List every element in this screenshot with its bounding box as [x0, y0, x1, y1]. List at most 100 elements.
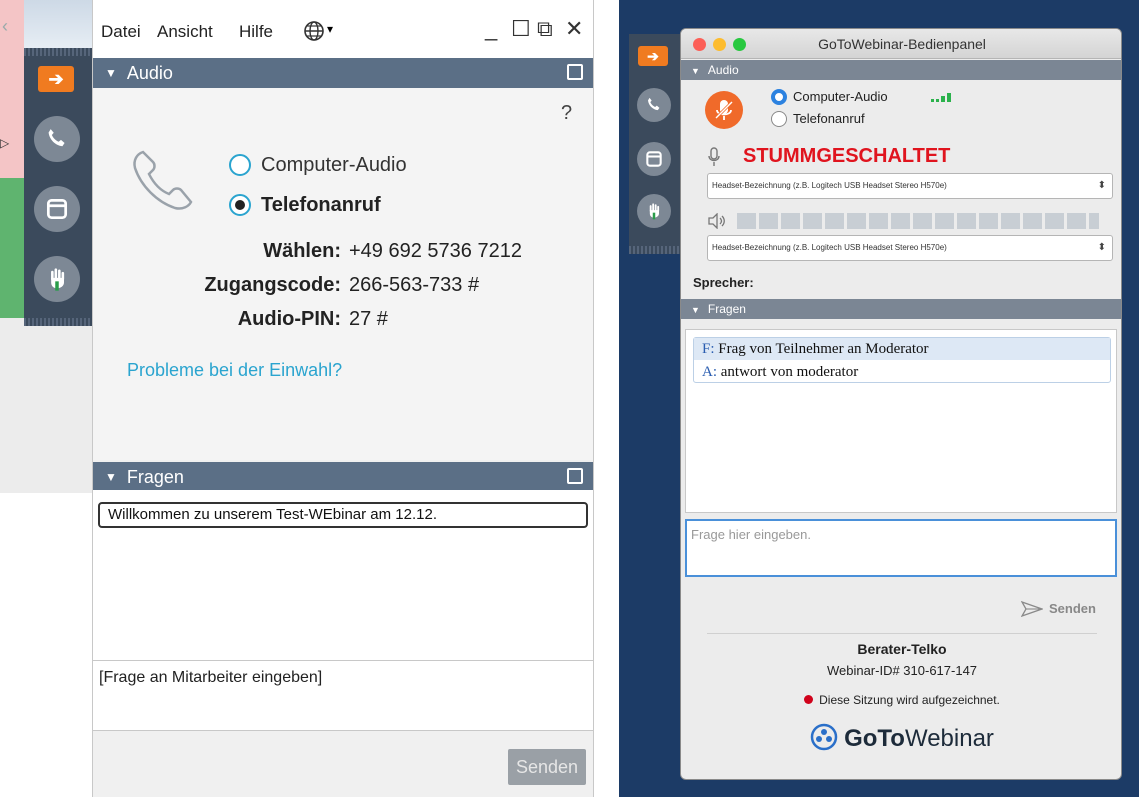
answer-prefix: A: [702, 364, 717, 380]
logo-webinar: Webinar [904, 725, 994, 752]
gotowebinar-windows-panel: Datei Ansicht Hilfe ▾ _ ☐ ⧉ ✕ ▼ Audio ? … [92, 0, 594, 797]
phone-icon [48, 129, 65, 147]
speaker-label: Sprecher: [693, 275, 754, 290]
recording-notice-text: Diese Sitzung wird aufgezeichnet. [819, 693, 1000, 707]
gotowebinar-mac-panel: GoToWebinar-Bedienpanel ▼ Audio Computer-… [680, 28, 1122, 780]
window-title: GoToWebinar-Bedienpanel [818, 36, 986, 52]
fragen-panel-header[interactable]: ▼ Fragen [681, 299, 1121, 319]
audio-level-indicator [931, 91, 959, 103]
close-button[interactable]: ✕ [565, 16, 583, 42]
strip-grip-bottom[interactable] [24, 318, 92, 326]
raise-hand-icon [649, 203, 660, 220]
globe-icon [304, 21, 324, 41]
question-item[interactable]: F: Frag von Teilnehmer an Moderator A: a… [693, 337, 1111, 383]
maximize-button[interactable]: ☐ [511, 16, 531, 42]
gotowebinar-logo: GoToWebinar [681, 723, 1121, 753]
background-edge-glyph: ‹ [2, 16, 8, 36]
phone-button[interactable] [34, 116, 80, 162]
microphone-muted-icon [714, 100, 734, 120]
telefonanruf-label[interactable]: Telefonanruf [793, 111, 865, 126]
collapse-triangle-icon: ▼ [105, 470, 117, 484]
microphone-select[interactable]: Headset-Bezeichnung (z.B. Logitech USB H… [707, 173, 1113, 199]
speaker-level-meter [737, 213, 1099, 229]
mute-toggle-button[interactable] [705, 91, 743, 129]
popout-icon[interactable] [567, 64, 583, 80]
question-input[interactable]: Frage hier eingeben. [685, 519, 1117, 577]
popout-button[interactable]: ⧉ [537, 16, 553, 42]
access-code-value: 266-563-733 # [349, 274, 480, 296]
chevron-updown-icon: ⬍ [1097, 242, 1106, 253]
strip-grip-top[interactable] [24, 48, 92, 56]
collapse-triangle-icon: ▼ [105, 66, 117, 80]
fragen-panel-title: Fragen [707, 302, 746, 316]
phone-button[interactable] [637, 88, 671, 122]
fragen-panel-header[interactable]: ▼ Fragen [93, 462, 593, 492]
audio-pin-value: 27 # [349, 308, 388, 330]
paper-plane-icon [1021, 601, 1043, 617]
raise-hand-icon [51, 268, 65, 291]
send-button-label: Senden [1049, 601, 1096, 616]
screen-button[interactable] [637, 142, 671, 176]
close-traffic-light[interactable] [693, 38, 706, 51]
zoom-traffic-light[interactable] [733, 38, 746, 51]
menu-datei[interactable]: Datei [101, 22, 141, 42]
speaker-icon [708, 213, 725, 229]
minimize-button[interactable]: _ [485, 16, 497, 42]
muted-status: STUMMGESCHALTET [743, 145, 951, 167]
computer-audio-radio[interactable] [229, 154, 251, 176]
answer-text: antwort von moderator [720, 364, 859, 380]
audio-panel-header[interactable]: ▼ Audio [681, 60, 1121, 80]
chevron-down-icon: ▾ [327, 22, 334, 36]
screen-icon [46, 198, 68, 220]
audio-pin-label: Audio-PIN: [237, 308, 341, 330]
organizer-name: Berater-Telko [857, 641, 947, 657]
collapse-arrow-button[interactable]: ➔ [638, 46, 668, 66]
language-menu[interactable]: ▾ [303, 20, 333, 47]
menu-hilfe[interactable]: Hilfe [239, 22, 273, 42]
audio-panel-body: ? Computer-Audio Telefonanruf Wählen: +4… [93, 88, 593, 460]
welcome-message: Willkommen zu unserem Test-WEbinar am 12… [98, 502, 588, 528]
help-button[interactable]: ? [561, 102, 572, 125]
audio-panel-title: Audio [126, 62, 173, 83]
webinar-id: Webinar-ID# 310-617-147 [826, 663, 978, 678]
computer-audio-label[interactable]: Computer-Audio [261, 154, 407, 177]
question-input[interactable]: [Frage an Mitarbeiter eingeben] [93, 660, 593, 730]
speaker-select[interactable]: Headset-Bezeichnung (z.B. Logitech USB H… [707, 235, 1113, 261]
mac-title-bar[interactable]: GoToWebinar-Bedienpanel [681, 29, 1121, 59]
strip-grip-bottom[interactable] [629, 246, 683, 254]
left-control-strip: ➔ [24, 48, 92, 326]
fragen-footer: Senden [93, 730, 593, 797]
computer-audio-label[interactable]: Computer-Audio [793, 89, 888, 104]
dial-label: Wählen: [263, 240, 341, 262]
phone-handset-icon [133, 150, 193, 210]
send-button[interactable]: Senden [508, 749, 586, 785]
collapse-arrow-button[interactable]: ➔ [38, 66, 74, 92]
telefonanruf-label[interactable]: Telefonanruf [261, 194, 381, 217]
raise-hand-button[interactable] [34, 256, 80, 302]
menu-bar: Datei Ansicht Hilfe ▾ _ ☐ ⧉ ✕ [93, 0, 593, 58]
logo-goto: GoTo [844, 725, 905, 752]
right-control-strip: ➔ [629, 34, 683, 254]
popout-icon[interactable] [567, 468, 583, 484]
background-green-area [0, 178, 24, 318]
background-gray-area [0, 318, 92, 493]
screen-icon [646, 151, 662, 167]
audio-panel-header[interactable]: ▼ Audio [93, 58, 593, 88]
computer-audio-radio[interactable] [771, 89, 787, 105]
chevron-updown-icon: ⬍ [1097, 180, 1106, 191]
menu-ansicht[interactable]: Ansicht [157, 22, 213, 42]
footer-divider [707, 633, 1097, 634]
question-prefix: F: [702, 341, 715, 357]
minimize-traffic-light[interactable] [713, 38, 726, 51]
collapse-triangle-icon: ▼ [691, 66, 700, 76]
telefonanruf-radio[interactable] [771, 111, 787, 127]
telefonanruf-radio[interactable] [229, 194, 251, 216]
screen-button[interactable] [34, 186, 80, 232]
dial-in-problems-link[interactable]: Probleme bei der Einwahl? [127, 360, 342, 381]
fragen-panel-title: Fragen [126, 466, 184, 487]
raise-hand-button[interactable] [637, 194, 671, 228]
collapse-triangle-icon: ▼ [691, 305, 700, 315]
send-button[interactable]: Senden [1021, 599, 1113, 619]
background-edge-arrow-icon: ▷ [0, 136, 10, 150]
gotowebinar-logo-icon [810, 723, 838, 751]
